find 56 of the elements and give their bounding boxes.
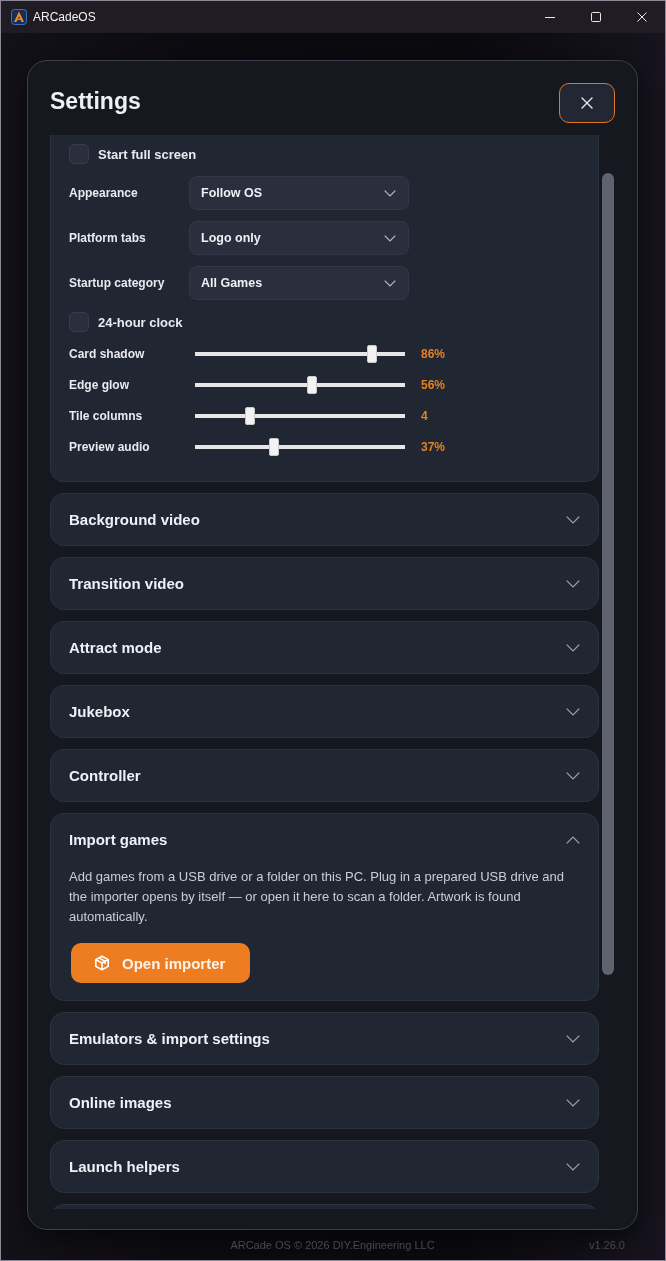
chevron-down-icon (566, 1034, 580, 1043)
section-header[interactable]: Attract mode (51, 622, 598, 673)
close-button[interactable] (559, 83, 615, 123)
section-header[interactable]: Online images (51, 1077, 598, 1128)
slider-label: Card shadow (69, 347, 146, 361)
checkbox[interactable] (69, 144, 89, 164)
slider-thumb[interactable] (269, 438, 279, 456)
dialog-title: Settings (50, 87, 141, 116)
chevron-down-icon (384, 234, 396, 242)
slider-value: 86% (421, 347, 446, 361)
minimize-icon (545, 16, 555, 18)
scrollbar-thumb[interactable] (602, 173, 614, 975)
slider-thumb[interactable] (367, 345, 377, 363)
maximize-icon (591, 12, 601, 22)
chevron-down-icon (384, 279, 396, 287)
copyright-text: ARCade OS © 2026 DIY.Engineering LLC (230, 1239, 435, 1251)
slider-thumb[interactable] (307, 376, 317, 394)
app-logo-icon (11, 9, 27, 25)
checkbox-label: Start full screen (98, 146, 197, 162)
chevron-down-icon (566, 515, 580, 524)
section-header[interactable]: Import games (51, 814, 598, 865)
section-header[interactable]: Background video (51, 494, 598, 545)
cube-icon (94, 955, 110, 971)
checkbox[interactable] (69, 312, 89, 332)
section-header[interactable]: Emulators & import settings (51, 1013, 598, 1064)
chevron-down-icon (566, 579, 580, 588)
close-icon (637, 12, 647, 22)
window-title: ARCadeOS (33, 10, 96, 24)
chevron-down-icon (566, 1098, 580, 1107)
section-header[interactable]: Jukebox (51, 686, 598, 737)
version-text: v1.26.0 (588, 1239, 625, 1251)
close-icon (581, 97, 593, 109)
slider-label: Edge glow (69, 378, 130, 392)
slider-thumb[interactable] (245, 407, 255, 425)
section-header[interactable]: Controller (51, 750, 598, 801)
section-header[interactable]: Launch helpers (51, 1141, 598, 1192)
chevron-down-icon (566, 771, 580, 780)
field-label: Appearance (69, 186, 139, 200)
slider-label: Tile columns (69, 409, 144, 423)
dropdown[interactable]: Logo only (189, 221, 409, 255)
chevron-down-icon (566, 707, 580, 716)
chevron-down-icon (566, 643, 580, 652)
section-description: Add games from a USB drive or a folder on this PC. Plug in a prepared USB drive and the importer opens by itself — or open it here to scan a folder. Artwork is found automatically. (69, 868, 565, 926)
slider-value: 56% (421, 378, 446, 392)
chevron-down-icon (566, 1162, 580, 1171)
field-label: Startup category (69, 276, 166, 290)
slider-label: Preview audio (69, 440, 151, 454)
slider-value: 4 (421, 409, 428, 423)
field-label: Platform tabs (69, 231, 147, 245)
chevron-up-icon (566, 835, 580, 844)
checkbox-label: 24-hour clock (98, 314, 183, 330)
chevron-down-icon (384, 189, 396, 197)
slider-value: 37% (421, 440, 446, 454)
dropdown[interactable]: All Games (189, 266, 409, 300)
section-header[interactable]: Transition video (51, 558, 598, 609)
dropdown[interactable]: Follow OS (189, 176, 409, 210)
